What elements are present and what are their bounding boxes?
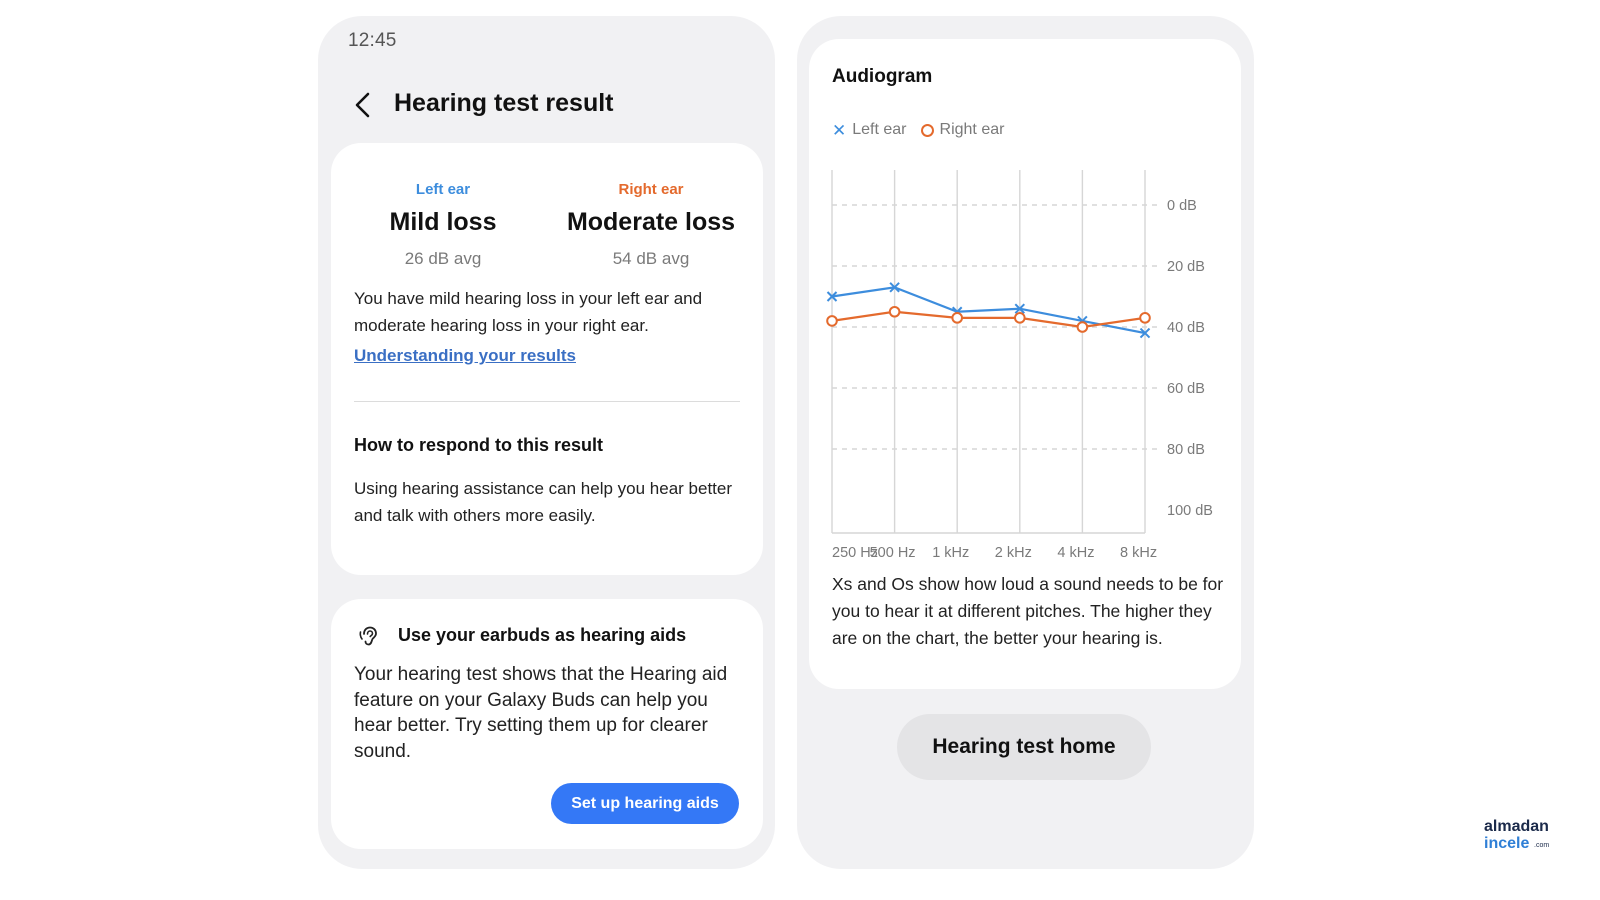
y-tick-label: 60 dB xyxy=(1167,381,1205,397)
y-tick-label: 20 dB xyxy=(1167,259,1205,275)
hearing-result-screen: 12:45 Hearing test result Left ear Mild … xyxy=(318,16,775,869)
series-line xyxy=(831,310,1146,329)
x-tick-label: 1 kHz xyxy=(932,545,969,561)
o-marker xyxy=(1076,321,1089,333)
page-title: Hearing test result xyxy=(394,89,614,117)
series-line xyxy=(831,286,1146,335)
left-ear-summary: Left ear Mild loss 26 dB avg xyxy=(343,181,543,269)
audiogram-card: Audiogram ✕ Left ear Right ear 0 dB 20 dB… xyxy=(809,39,1241,689)
o-marker xyxy=(1139,312,1151,324)
y-tick-label: 40 dB xyxy=(1167,320,1205,336)
y-tick-label: 0 dB xyxy=(1167,198,1197,214)
result-summary: You have mild hearing loss in your left … xyxy=(354,289,703,335)
left-ear-avg: 26 dB avg xyxy=(404,249,482,268)
result-card: Left ear Mild loss 26 dB avg Right ear M… xyxy=(331,143,763,575)
set-up-hearing-aids-button[interactable]: Set up hearing aids xyxy=(551,783,739,824)
audiogram-description: Xs and Os show how loud a sound needs to… xyxy=(832,574,1224,648)
respond-heading: How to respond to this result xyxy=(354,435,604,455)
left-ear-level: Mild loss xyxy=(389,208,497,236)
y-tick-label: 100 dB xyxy=(1167,503,1213,519)
o-marker xyxy=(1014,312,1026,324)
status-time: 12:45 xyxy=(348,30,397,51)
x-tick-label: 4 kHz xyxy=(1057,545,1094,561)
hearing-test-home-button[interactable]: Hearing test home xyxy=(897,714,1151,780)
o-marker xyxy=(826,315,838,327)
right-ear-summary: Right ear Moderate loss 54 dB avg xyxy=(551,181,751,269)
right-ear-label: Right ear xyxy=(618,181,684,198)
x-tick-label: 2 kHz xyxy=(995,545,1032,561)
o-marker xyxy=(888,305,901,318)
almadanincele-logo: almadan incele .com xyxy=(1484,818,1549,852)
left-ear-label: Left ear xyxy=(415,181,471,198)
earbuds-text: Your hearing test shows that the Hearing… xyxy=(354,664,728,762)
divider xyxy=(354,401,740,402)
earbuds-card: Use your earbuds as hearing aids Your he… xyxy=(331,599,763,849)
audiogram-chart: 0 dB20 dB40 dB60 dB80 dB100 dB250 Hz500 … xyxy=(826,170,1213,561)
back-button[interactable] xyxy=(346,88,380,122)
audiogram-screen: Audiogram ✕ Left ear Right ear 0 dB 20 dB… xyxy=(797,16,1254,869)
svg-text:almadan: almadan xyxy=(1484,818,1549,835)
o-marker xyxy=(951,312,963,324)
understanding-results-link[interactable]: Understanding your results xyxy=(354,346,576,366)
right-ear-level: Moderate loss xyxy=(566,208,736,236)
earbuds-heading: Use your earbuds as hearing aids xyxy=(398,625,687,645)
x-tick-label: 500 Hz xyxy=(870,545,916,561)
respond-text: Using hearing assistance can help you he… xyxy=(354,479,733,525)
chevron-left-icon xyxy=(355,92,370,118)
right-ear-avg: 54 dB avg xyxy=(612,249,690,268)
svg-text:incele: incele xyxy=(1484,835,1529,852)
y-tick-label: 80 dB xyxy=(1167,442,1205,458)
x-tick-label: 8 kHz xyxy=(1120,545,1157,561)
svg-text:.com: .com xyxy=(1534,842,1549,849)
hearing-aid-icon xyxy=(359,626,377,646)
